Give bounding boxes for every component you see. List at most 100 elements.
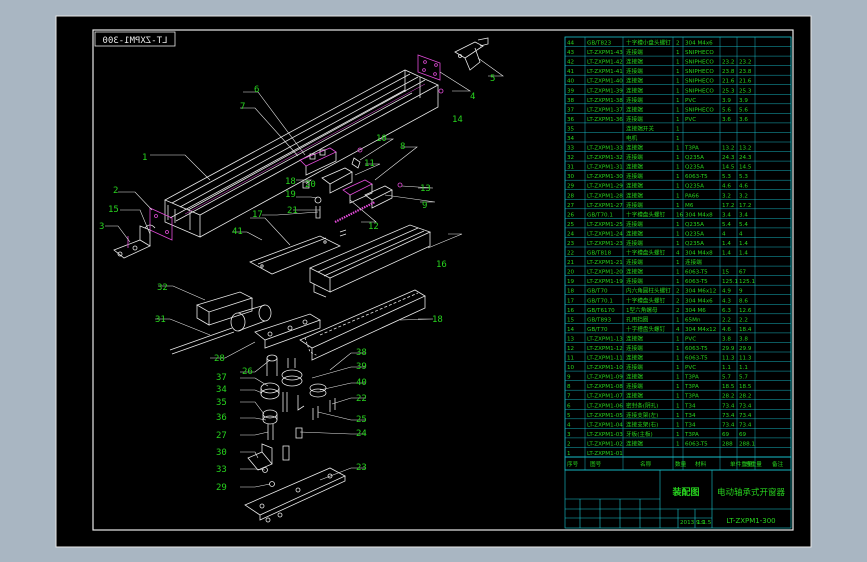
table-cell: 304 M4x8 [685,212,713,218]
callout-19: 19 [285,190,296,200]
table-cell: 1 [676,126,680,132]
table-cell: 6.3 [722,308,731,314]
table-cell: 1 [676,203,680,209]
table-cell: 1 [676,336,680,342]
table-cell: 连接支架(右) [626,420,658,428]
table-cell: 4.6 [739,184,748,190]
table-cell: 13.2 [722,146,734,152]
callout-32: 32 [157,283,168,293]
table-cell: 9 [739,289,743,295]
table-cell: 3.9 [739,98,748,104]
table-cell: 连接端 [626,182,643,190]
table-cell: T3PA [684,384,699,390]
table-cell: 6 [567,403,571,409]
table-cell: 21.6 [739,79,752,85]
table-cell: 十字槽盘头螺钉 [626,210,666,218]
table-cell: GB/T70 [587,327,608,333]
table-cell: 十字槽盘头螺钉 [626,325,666,333]
table-cell: LT-ZXPM1-07 [587,394,623,400]
table-cell: 35 [567,126,575,132]
table-cell: 15 [722,270,730,276]
table-cell: 连接端 [626,96,643,104]
callout-13: 13 [420,184,431,194]
callout-12: 12 [368,222,379,232]
table-row: 14 GB/T70 十字槽盘头螺钉 4 304 M4x12 4.6 18.4 [567,325,752,333]
table-cell: 1型六角螺母 [626,306,658,314]
table-cell: 73.4 [722,422,735,428]
table-cell: 连接端 [626,67,643,75]
table-cell: GB/T70 [587,289,608,295]
callout-16: 16 [436,260,447,270]
table-cell: 十字槽盘头螺钉 [626,249,666,257]
table-cell: 4.6 [722,184,731,190]
table-cell: 6063-T5 [685,279,708,285]
table-cell: 11.3 [722,356,735,362]
table-row: 17 GB/T70.1 十字槽盘头螺钉 2 304 M4x6 4.3 8.6 [567,296,748,304]
table-cell: 8 [567,384,571,390]
table-cell: 1 [676,317,680,323]
table-cell: 连接端 [626,153,643,161]
table-cell: 24.3 [739,155,752,161]
table-cell: 4 [567,422,571,428]
table-cell: 304 M4x6 [685,298,713,304]
callout-29: 29 [216,483,227,493]
header-total-weight: 总重量 [745,460,762,468]
table-cell: 连接端 [626,163,643,171]
table-cell: 3.8 [722,336,731,342]
table-cell: GB/T6170 [587,308,615,314]
table-cell: 1 [676,270,680,276]
table-cell: 13 [567,336,575,342]
table-cell: 5.4 [739,222,748,228]
table-cell: 2.2 [722,317,731,323]
table-cell: 连接端 [626,344,643,352]
table-cell: 14.5 [739,165,752,171]
table-cell: M6 [685,203,694,209]
table-cell: 29 [567,184,575,190]
table-cell: LT-ZXPM1-33 [587,146,623,152]
header-qty: 数量 [675,460,687,468]
callout-10: 10 [376,134,387,144]
table-cell: 1 [676,279,680,285]
table-cell: 6063-T5 [685,174,708,180]
table-cell: 1 [676,241,680,247]
table-cell: 2 [676,308,680,314]
table-cell: 6063-T5 [685,356,708,362]
callout-25: 25 [356,415,367,425]
callout-28: 28 [214,354,225,364]
table-cell: 304 M6x12 [685,289,716,295]
table-cell: 2 [676,41,680,47]
table-cell: 1 [676,432,680,438]
table-cell: 42 [567,60,574,66]
table-cell: 密封条(阴孔) [626,401,658,409]
table-cell: 23.8 [739,69,752,75]
table-cell: 73.4 [739,403,752,409]
table-cell: 19 [567,279,575,285]
table-cell: 20 [567,270,575,276]
table-cell: 1 [676,403,680,409]
table-cell: LT-ZXPM1-38 [587,98,623,104]
table-cell: T3PA [684,146,699,152]
table-cell: 1 [676,146,680,152]
table-cell: 孔用挡圈 [626,315,649,323]
table-cell: 4.6 [722,327,731,333]
callout-35: 35 [216,398,227,408]
table-cell: 1 [676,441,680,447]
table-cell: 304 M4x12 [685,327,716,333]
table-cell: 1.4 [722,251,731,257]
table-cell: 1 [676,394,680,400]
table-cell: 连接端 [626,229,643,237]
table-cell: 3.6 [739,117,748,123]
table-cell: 1 [676,60,680,66]
drawing-scale: 1:1.5 [697,520,712,526]
table-cell: 1 [676,88,680,94]
callout-15: 15 [108,205,119,215]
callout-34: 34 [216,385,227,395]
table-cell: 27 [567,203,575,209]
table-cell: 连接端开关 [626,124,654,132]
table-cell: LT-ZXPM1-28 [587,193,623,199]
table-cell: 连接端 [626,105,643,113]
table-cell: 39 [567,88,575,94]
table-cell: 4.9 [722,289,731,295]
table-cell: 连接端 [685,258,702,266]
table-cell: 304 M4x6 [685,41,713,47]
